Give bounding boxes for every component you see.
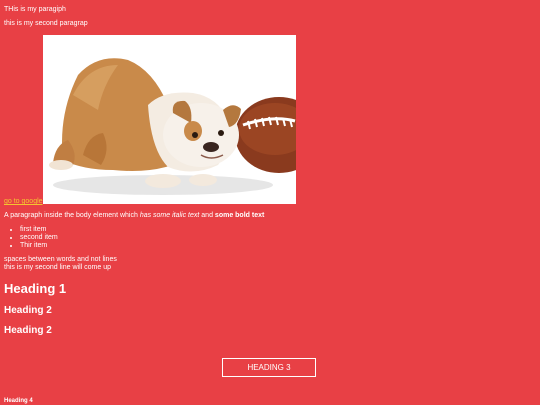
heading-3-box: HEADING 3: [222, 358, 316, 377]
item-list: first item second item Thir item: [4, 226, 58, 250]
body-paragraph-prefix: A paragraph inside the body element whic…: [4, 212, 140, 219]
second-paragraph: this is my second paragrap: [4, 20, 88, 27]
preformatted-line-1: spaces between words and not lines: [4, 256, 117, 263]
italic-text: has some italic text: [139, 212, 200, 219]
first-paragraph: THis is my paragiph: [4, 6, 66, 13]
list-item: second item: [20, 234, 58, 242]
puppy-image: [43, 35, 296, 204]
heading-2-first: Heading 2: [4, 305, 52, 316]
bold-text: some bold text: [214, 212, 265, 219]
google-link[interactable]: go to google: [4, 198, 43, 206]
heading-4: Heading 4: [4, 398, 33, 404]
preformatted-line-2: this is my second line will come up: [4, 264, 111, 271]
list-item: Thir item: [20, 242, 58, 250]
heading-1: Heading 1: [4, 281, 67, 296]
heading-2-second: Heading 2: [4, 325, 52, 336]
body-paragraph: A paragraph inside the body element whic…: [4, 212, 264, 220]
list-item: first item: [20, 226, 58, 234]
preformatted-text: spaces between words and not lines this …: [4, 256, 117, 272]
body-paragraph-middle: and: [199, 212, 215, 219]
